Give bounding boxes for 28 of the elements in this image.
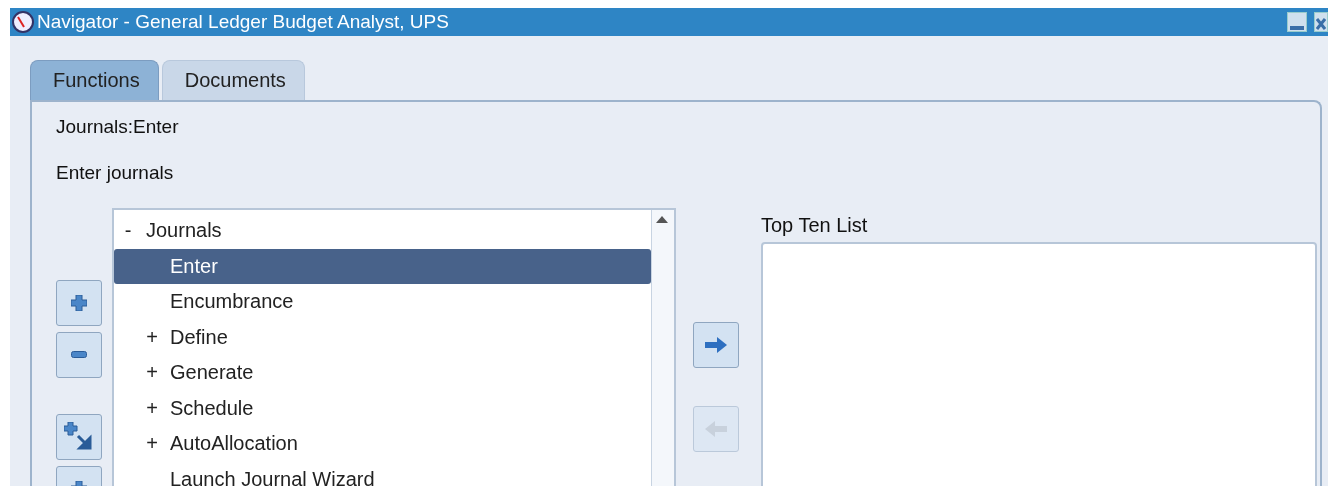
expand-all-button[interactable] xyxy=(56,414,102,460)
app-logo-icon xyxy=(12,11,34,33)
minimize-icon xyxy=(1290,25,1304,31)
function-name: Journals:Enter xyxy=(56,116,179,137)
plus-arrow-icon xyxy=(64,422,94,452)
tree-item[interactable]: Encumbrance xyxy=(114,284,651,320)
add-button[interactable] xyxy=(693,322,739,368)
window-title: Navigator - General Ledger Budget Analyst, UPS xyxy=(37,11,450,33)
minimize-button[interactable] xyxy=(1287,12,1307,32)
plus-icon xyxy=(71,295,87,311)
scrollbar[interactable] xyxy=(651,210,674,486)
minus-icon xyxy=(71,351,87,359)
tab[interactable]: Functions xyxy=(30,60,159,100)
tree-item[interactable]: Enter xyxy=(114,248,651,284)
collapse-button[interactable] xyxy=(56,332,102,378)
close-button[interactable] xyxy=(1314,12,1328,32)
tree-item[interactable]: Launch Journal Wizard xyxy=(114,461,651,486)
function-description: Enter journals xyxy=(56,162,174,183)
tree-item[interactable]: + Schedule xyxy=(114,390,651,426)
tree-item[interactable]: + Generate xyxy=(114,355,651,391)
right-arrow-icon xyxy=(705,337,727,353)
tree-item[interactable]: + AutoAllocation xyxy=(114,426,651,462)
tree-item[interactable]: + Define xyxy=(114,319,651,355)
tree-item[interactable]: - Journals xyxy=(114,213,651,249)
tab[interactable]: Documents xyxy=(161,60,305,100)
expand-button[interactable] xyxy=(56,280,102,326)
close-icon xyxy=(1316,17,1326,31)
top-ten-label: Top Ten List xyxy=(761,213,869,238)
